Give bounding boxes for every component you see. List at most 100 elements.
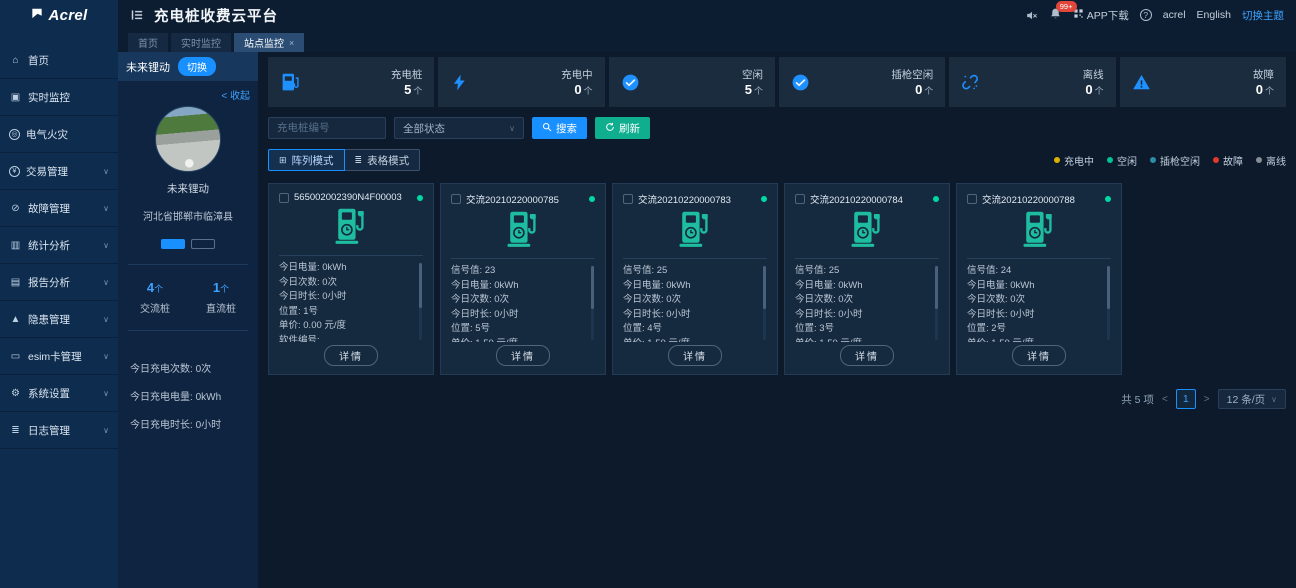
- sidebar-item-stats[interactable]: ▥ 统计分析 ∨: [0, 227, 118, 264]
- charging-pile-icon: [623, 206, 767, 259]
- theme-switch-link[interactable]: 切换主题: [1242, 8, 1284, 23]
- sidebar-item-fault[interactable]: ⊘ 故障管理 ∨: [0, 190, 118, 227]
- chevron-down-icon: ∨: [1271, 395, 1277, 404]
- prev-page-button[interactable]: <: [1162, 394, 1168, 405]
- pile-detail-line: 信号值: 24: [967, 264, 1103, 279]
- pile-icon: [280, 72, 301, 93]
- tab[interactable]: 实时监控: [171, 33, 231, 52]
- pile-detail-line: 今日电量: 0kWh: [795, 279, 931, 294]
- sidebar-item-hazard[interactable]: ▲ 隐患管理 ∨: [0, 301, 118, 338]
- search-button[interactable]: 搜索: [532, 117, 587, 139]
- next-page-button[interactable]: >: [1204, 394, 1210, 405]
- card-scrollbar[interactable]: [1107, 266, 1110, 340]
- pile-detail-line: 今日电量: 0kWh: [451, 279, 587, 294]
- status-dot-icon: [417, 195, 423, 201]
- tab[interactable]: 首页: [128, 33, 168, 52]
- log-icon: ≣: [9, 425, 22, 436]
- pile-detail-line: 今日时长: 0小时: [795, 308, 931, 323]
- pile-detail-line: 今日次数: 0次: [451, 293, 587, 308]
- app-download-button[interactable]: APP下载: [1073, 8, 1129, 23]
- sidebar-item-fire[interactable]: ◎ 电气火灾: [0, 116, 118, 153]
- today-stats: 今日充电次数: 0次今日充电电量: 0kWh今日充电时长: 0小时: [118, 346, 258, 431]
- pile-detail-list[interactable]: 信号值: 24今日电量: 0kWh今日次数: 0次今日时长: 0小时位置: 2号…: [967, 264, 1111, 342]
- card-scrollbar[interactable]: [935, 266, 938, 340]
- username[interactable]: acrel: [1163, 9, 1186, 21]
- pile-detail-line: 今日时长: 0小时: [967, 308, 1103, 323]
- status-summary-row: 充电桩 5个 充电中 0个 空闲 5个 插枪空闲 0个 离线 0个 故障 0个: [268, 57, 1286, 107]
- status-select[interactable]: 全部状态 ∨: [394, 117, 524, 139]
- page-number-button[interactable]: 1: [1176, 389, 1196, 409]
- language-switch[interactable]: English: [1197, 9, 1231, 21]
- divider: [128, 330, 248, 331]
- pile-detail-list[interactable]: 信号值: 25今日电量: 0kWh今日次数: 0次今日时长: 0小时位置: 3号…: [795, 264, 939, 342]
- status-card-count: 5: [745, 82, 752, 97]
- mute-speaker-icon[interactable]: [1025, 9, 1038, 22]
- menu-fold-icon[interactable]: [130, 8, 144, 22]
- pile-checkbox[interactable]: [451, 194, 461, 204]
- sidebar-item-transaction[interactable]: ¥ 交易管理 ∨: [0, 153, 118, 190]
- refresh-button[interactable]: 刷新: [595, 117, 650, 139]
- brand-logo[interactable]: Acrel: [0, 0, 118, 30]
- pile-detail-line: 今日时长: 0小时: [451, 308, 587, 323]
- card-scrollbar[interactable]: [763, 266, 766, 340]
- detail-button[interactable]: 详情: [668, 345, 722, 366]
- pile-card: 交流20210220000784 信号值: 25今日电量: 0kWh今日次数: …: [784, 183, 950, 375]
- mode-button[interactable]: ⊞ 阵列模式: [268, 149, 345, 171]
- sidebar-item-esim[interactable]: ▭ esim卡管理 ∨: [0, 338, 118, 375]
- help-icon[interactable]: ?: [1140, 9, 1152, 21]
- status-dot-icon: [589, 196, 595, 202]
- monitor-icon: ▣: [9, 92, 22, 103]
- pile-cards-row: 565002002390N4F00003 今日电量: 0kWh今日次数: 0次今…: [268, 183, 1286, 375]
- page-size-select[interactable]: 12 条/页 ∨: [1218, 389, 1286, 409]
- detail-button[interactable]: 详情: [496, 345, 550, 366]
- hazard-icon: ▲: [9, 314, 22, 325]
- sidebar-item-settings[interactable]: ⚙ 系统设置 ∨: [0, 375, 118, 412]
- detail-button[interactable]: 详情: [324, 345, 378, 366]
- card-scrollbar[interactable]: [591, 266, 594, 340]
- legend-item: 空闲: [1107, 153, 1137, 168]
- filter-row: 全部状态 ∨ 搜索 刷新: [268, 117, 1286, 139]
- station-location: 河北省邯郸市临漳县: [118, 208, 258, 223]
- sidebar-item-log[interactable]: ≣ 日志管理 ∨: [0, 412, 118, 449]
- pile-id: 交流20210220000784: [810, 192, 903, 206]
- pile-detail-line: 单价: 1.50 元/度: [451, 337, 587, 343]
- pile-detail-list[interactable]: 信号值: 23今日电量: 0kWh今日次数: 0次今日时长: 0小时位置: 5号…: [451, 264, 595, 342]
- card-scrollbar[interactable]: [419, 263, 422, 340]
- mode-button[interactable]: ≣ 表格模式: [345, 149, 421, 171]
- pile-detail-list[interactable]: 信号值: 25今日电量: 0kWh今日次数: 0次今日时长: 0小时位置: 4号…: [623, 264, 767, 342]
- notification-bell-icon[interactable]: 99+: [1049, 7, 1062, 23]
- sidebar-item-monitor[interactable]: ▣ 实时监控: [0, 79, 118, 116]
- detail-button[interactable]: 详情: [840, 345, 894, 366]
- pile-number-input[interactable]: [268, 117, 386, 139]
- status-card-label: 充电中: [561, 67, 593, 82]
- offline-icon: [961, 73, 980, 92]
- sidebar-item-report[interactable]: ▤ 报告分析 ∨: [0, 264, 118, 301]
- table-icon: ≣: [355, 155, 363, 166]
- status-card: 充电中 0个: [438, 57, 604, 107]
- today-stat: 今日充电时长: 0小时: [130, 416, 246, 431]
- pile-card: 交流20210220000785 信号值: 23今日电量: 0kWh今日次数: …: [440, 183, 606, 375]
- detail-button[interactable]: 详情: [1012, 345, 1066, 366]
- vehicle-tab[interactable]: [161, 239, 185, 249]
- collapse-link[interactable]: < 收起: [118, 81, 258, 102]
- warning-icon: [1132, 73, 1151, 92]
- charging-pile-icon: [967, 206, 1111, 259]
- status-dot-icon: [1107, 157, 1113, 163]
- chevron-down-icon: ∨: [103, 426, 109, 435]
- close-icon[interactable]: ×: [289, 38, 294, 48]
- status-card-label: 充电桩: [391, 67, 423, 82]
- vehicle-tab[interactable]: [191, 239, 215, 249]
- search-icon: [542, 122, 552, 135]
- sidebar-item-home[interactable]: ⌂ 首页: [0, 42, 118, 79]
- pile-checkbox[interactable]: [795, 194, 805, 204]
- pile-checkbox[interactable]: [967, 194, 977, 204]
- status-card-count: 0: [1256, 82, 1263, 97]
- pile-checkbox[interactable]: [623, 194, 633, 204]
- chevron-down-icon: ∨: [103, 389, 109, 398]
- top-right-actions: 99+ APP下载 ? acrel English 切换主题: [1025, 7, 1284, 23]
- tab[interactable]: 站点监控 ×: [234, 33, 304, 52]
- pile-detail-list[interactable]: 今日电量: 0kWh今日次数: 0次今日时长: 0小时位置: 1号单价: 0.0…: [279, 261, 423, 342]
- pile-checkbox[interactable]: [279, 193, 289, 203]
- switch-station-button[interactable]: 切换: [178, 57, 216, 76]
- chevron-down-icon: ∨: [103, 204, 109, 213]
